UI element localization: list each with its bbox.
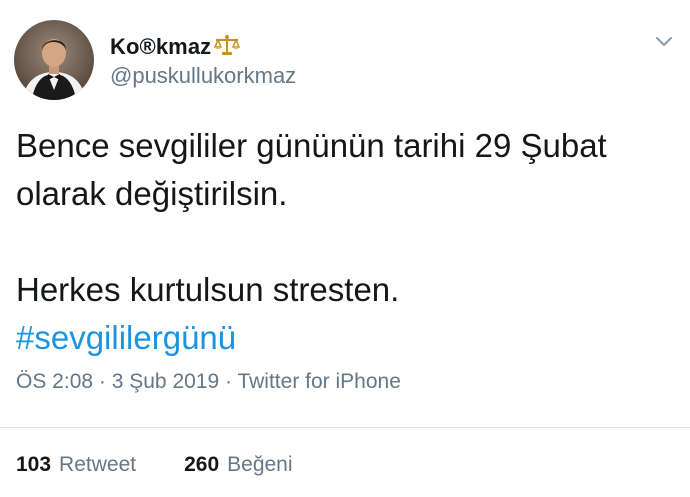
tweet-client-link[interactable]: Twitter for iPhone	[237, 370, 400, 393]
hashtag-link[interactable]: #sevgililergünü	[16, 314, 676, 362]
tweet-time: ÖS 2:08	[16, 370, 94, 393]
tweet-date: 3 Şub 2019	[111, 370, 220, 393]
meta-separator: ·	[93, 370, 112, 393]
like-stat[interactable]: 260 Beğeni	[184, 453, 292, 477]
profile-photo	[14, 20, 94, 100]
author-name-prefix: Ko	[110, 34, 140, 59]
tweet-metadata: ÖS 2:08 · 3 Şub 2019 · Twitter for iPhon…	[16, 370, 401, 394]
like-count: 260	[184, 453, 220, 476]
retweet-label: Retweet	[59, 453, 137, 476]
scale-icon	[213, 34, 241, 56]
chevron-down-icon[interactable]	[654, 34, 674, 48]
tweet-text-line: olarak değiştirilsin.	[16, 175, 288, 212]
tweet-stats: 103 Retweet 260 Beğeni	[16, 453, 293, 477]
retweet-stat[interactable]: 103 Retweet	[16, 453, 136, 477]
tweet-text-line: Bence sevgililer gününün tarihi 29 Şubat	[16, 127, 607, 164]
divider	[0, 427, 690, 428]
registered-mark: ®	[139, 34, 156, 59]
author-name-suffix: kmaz	[155, 34, 212, 59]
retweet-count: 103	[16, 453, 52, 476]
like-label: Beğeni	[227, 453, 293, 476]
meta-separator: ·	[219, 370, 238, 393]
tweet-text-line: Herkes kurtulsun stresten.	[16, 271, 400, 308]
author-name[interactable]: Ko ® kmaz	[110, 34, 241, 60]
avatar[interactable]	[14, 20, 94, 100]
tweet-detail: Ko ® kmaz @puskullukorkmaz Bence sevgili…	[0, 0, 690, 497]
author-handle[interactable]: @puskullukorkmaz	[110, 63, 296, 89]
tweet-text: Bence sevgililer gününün tarihi 29 Şubat…	[16, 122, 676, 362]
